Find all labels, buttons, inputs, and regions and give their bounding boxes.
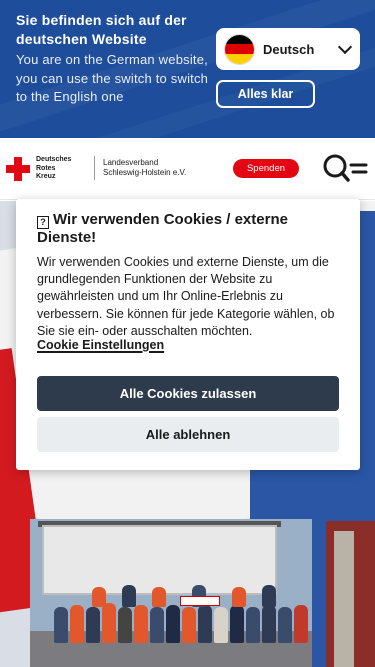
organization-name: Landesverband Schleswig-Holstein e.V. <box>103 158 186 177</box>
logo-line: Deutsches <box>36 156 72 163</box>
org-line: Schleswig-Holstein e.V. <box>103 167 187 177</box>
hero-photo-secondary <box>326 521 375 667</box>
language-banner-title: Sie befinden sich auf der deutschen Webs… <box>16 12 187 47</box>
donate-button[interactable]: Spenden <box>233 159 299 178</box>
cookie-dialog-body: Wir verwenden Cookies und externe Dienst… <box>37 255 335 338</box>
language-banner: Sie befinden sich auf der deutschen Webs… <box>0 0 375 138</box>
chevron-down-icon <box>337 39 353 54</box>
germany-flag-icon <box>224 33 255 65</box>
photo-sign <box>180 596 220 606</box>
selected-language: Deutsch <box>263 41 315 57</box>
hero-photo <box>30 519 312 667</box>
site-header: Deutsches Rotes Kreuz Landesverband Schl… <box>0 138 375 200</box>
language-select[interactable]: Deutsch <box>216 28 360 70</box>
logo-line: Kreuz <box>36 173 56 180</box>
cookie-settings-link[interactable]: Cookie Einstellungen <box>37 338 164 352</box>
red-cross-logo-icon[interactable] <box>6 157 30 181</box>
confirm-language-button[interactable]: Alles klar <box>216 80 315 108</box>
language-banner-description: You are on the German website, you can u… <box>16 52 209 104</box>
reject-all-button[interactable]: Alle ablehnen <box>37 417 339 452</box>
logo-line: Rotes <box>36 164 56 172</box>
question-icon: ? <box>37 216 49 229</box>
accept-all-cookies-button[interactable]: Alle Cookies zulassen <box>37 376 339 411</box>
cookie-dialog-title: ? Wir verwenden Cookies / externe Dienste… <box>37 211 342 247</box>
org-line: Landesverband <box>103 158 159 167</box>
cookie-dialog: ? Wir verwenden Cookies / externe Dienste… <box>16 199 360 470</box>
cookie-dialog-title-text: Wir verwenden Cookies / externe Dienste! <box>37 211 288 246</box>
search-menu-icon[interactable] <box>322 153 368 183</box>
logo-text[interactable]: Deutsches Rotes Kreuz <box>36 156 71 182</box>
logo-divider <box>94 156 95 180</box>
